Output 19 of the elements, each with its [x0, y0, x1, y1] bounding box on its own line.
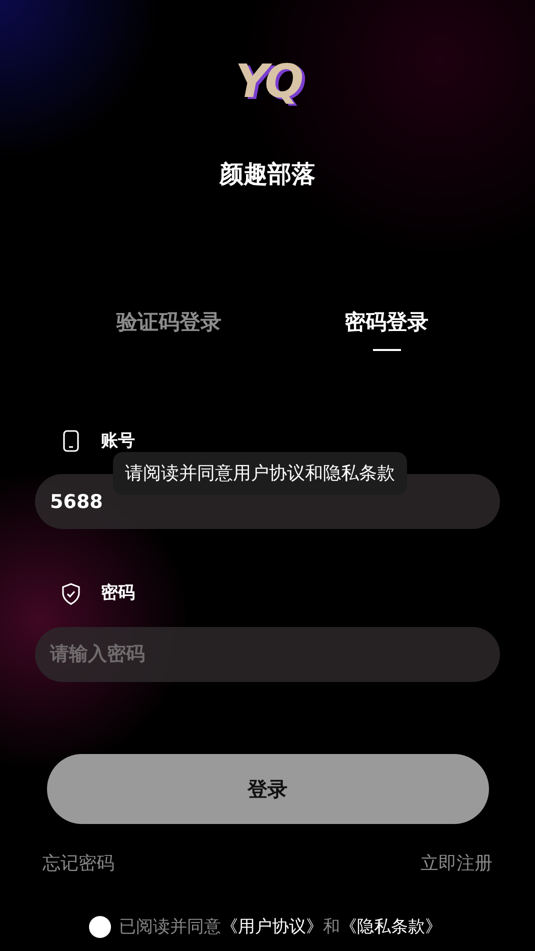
logo: YQ — [235, 58, 300, 104]
input-field[interactable]: 请输入密码 — [35, 626, 500, 682]
shield-check-icon — [61, 582, 81, 605]
field-label: 密码 — [101, 582, 135, 605]
agreement-checkbox[interactable] — [89, 916, 111, 938]
login-tab[interactable]: 验证码登录 — [116, 307, 222, 338]
login-tab[interactable]: 密码登录 — [344, 307, 428, 338]
agreement-text: 已阅读并同意 — [119, 916, 221, 938]
field-label: 账号 — [101, 430, 135, 452]
phone-icon — [61, 430, 81, 452]
tab-indicator — [372, 348, 400, 350]
forgot-password-link[interactable]: 忘记密码 — [42, 850, 114, 876]
user-agreement-link[interactable]: 《用户协议》 — [221, 914, 323, 940]
register-link[interactable]: 立即注册 — [420, 850, 492, 876]
toast-message: 请阅读并同意用户协议和隐私条款 — [113, 452, 407, 495]
privacy-link[interactable]: 《隐私条款》 — [340, 914, 442, 940]
app-title: 颜趣部落 — [220, 159, 316, 190]
agreement-text: 和 — [323, 916, 340, 938]
login-button[interactable]: 登录 — [46, 754, 488, 824]
